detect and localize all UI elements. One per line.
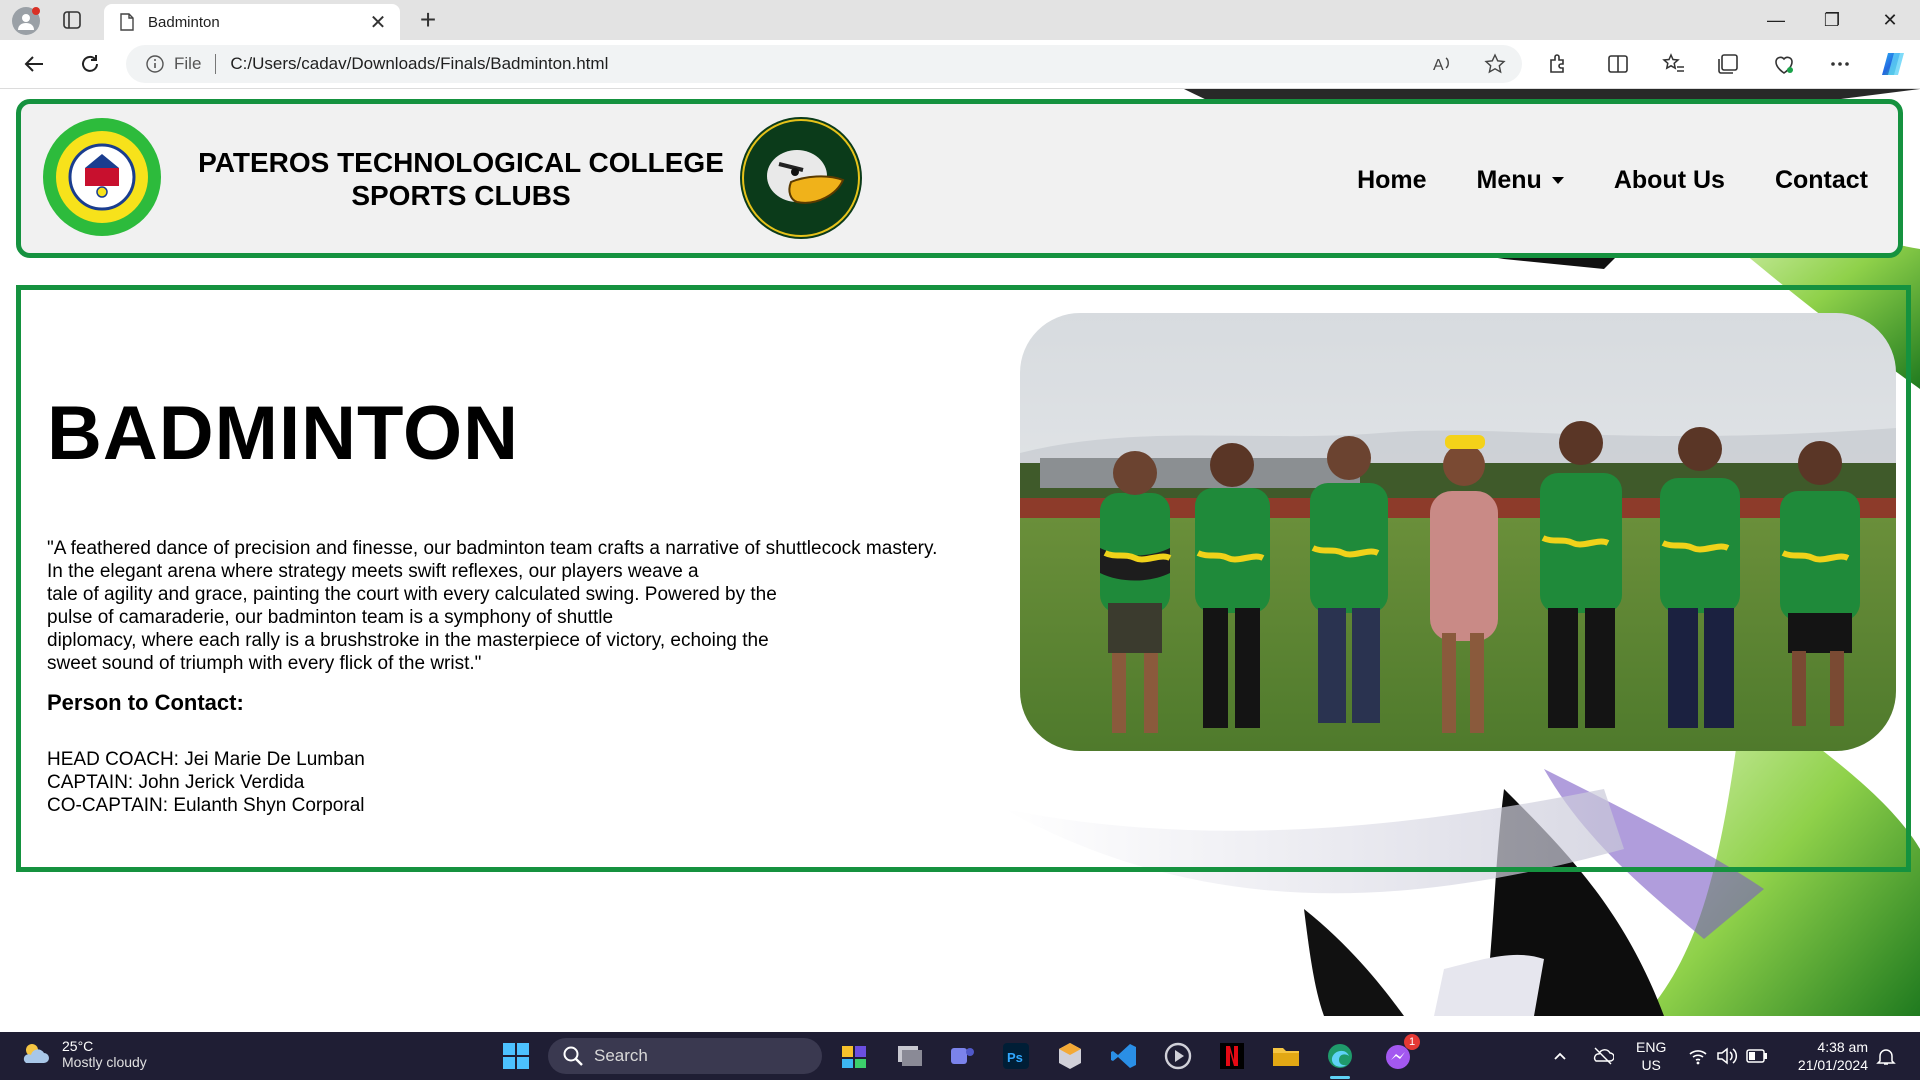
description-line: "A feathered dance of precision and fine… bbox=[47, 538, 938, 559]
read-aloud-icon[interactable]: A bbox=[1432, 53, 1454, 75]
browser-essentials-icon[interactable] bbox=[1772, 52, 1796, 76]
page-title: BADMINTON bbox=[47, 391, 520, 476]
netflix-icon[interactable] bbox=[1216, 1040, 1248, 1072]
main-nav: Home Menu About Us Contact bbox=[1357, 166, 1868, 195]
nav-home[interactable]: Home bbox=[1357, 166, 1426, 195]
close-tab-icon[interactable]: ✕ bbox=[366, 10, 390, 34]
contact-head-coach: HEAD COACH: Jei Marie De Lumban bbox=[47, 749, 365, 770]
active-app-indicator bbox=[1330, 1076, 1350, 1079]
tab-title: Badminton bbox=[148, 13, 220, 31]
divider bbox=[215, 54, 217, 74]
messenger-badge: 1 bbox=[1404, 1034, 1420, 1050]
description-line: diplomacy, where each rally is a brushst… bbox=[47, 630, 769, 651]
search-label: Search bbox=[594, 1046, 648, 1065]
description-line: In the elegant arena where strategy meet… bbox=[47, 561, 699, 582]
region-code: US bbox=[1641, 1057, 1661, 1073]
notification-bell-icon[interactable] bbox=[1876, 1048, 1896, 1066]
weather-widget[interactable]: 25°C Mostly cloudy bbox=[20, 1038, 147, 1070]
copilot-icon[interactable] bbox=[1880, 50, 1908, 78]
teams-chat-icon[interactable] bbox=[946, 1040, 978, 1072]
back-icon[interactable] bbox=[18, 48, 50, 80]
language-indicator[interactable]: ENG US bbox=[1636, 1038, 1666, 1074]
profile-icon[interactable] bbox=[12, 7, 40, 35]
task-view-icon[interactable] bbox=[892, 1040, 924, 1072]
chevron-up-icon[interactable] bbox=[1552, 1048, 1568, 1064]
maximize-button[interactable]: ❐ bbox=[1804, 0, 1860, 40]
windows-start-icon[interactable] bbox=[500, 1040, 532, 1072]
weather-temperature: 25°C bbox=[62, 1038, 94, 1054]
windows-taskbar: 25°C Mostly cloudy Search Ps 1 ENG US 4:… bbox=[0, 1032, 1920, 1080]
clock-date: 21/01/2024 bbox=[1797, 1057, 1868, 1073]
team-photo bbox=[1020, 313, 1896, 751]
more-icon[interactable] bbox=[1828, 52, 1852, 76]
svg-text:Ps: Ps bbox=[1007, 1050, 1023, 1065]
battery-icon[interactable] bbox=[1746, 1048, 1768, 1064]
volume-icon[interactable] bbox=[1716, 1046, 1738, 1066]
nav-menu-label: Menu bbox=[1476, 166, 1542, 194]
address-bar[interactable]: File C:/Users/cadav/Downloads/Finals/Bad… bbox=[126, 45, 1522, 83]
document-icon bbox=[120, 13, 134, 31]
split-screen-icon[interactable] bbox=[1606, 52, 1630, 76]
language-code: ENG bbox=[1636, 1039, 1667, 1055]
wifi-icon[interactable] bbox=[1688, 1046, 1708, 1066]
search-icon bbox=[563, 1046, 583, 1066]
file-label: File bbox=[174, 54, 202, 73]
nav-contact[interactable]: Contact bbox=[1775, 166, 1868, 195]
team-description: "A feathered dance of precision and fine… bbox=[47, 537, 1027, 675]
college-name-line1: PATEROS TECHNOLOGICAL COLLEGE bbox=[198, 147, 724, 178]
fighting-ducks-logo[interactable] bbox=[739, 116, 863, 240]
collections-icon[interactable] bbox=[1716, 52, 1740, 76]
minimize-button[interactable]: — bbox=[1748, 0, 1804, 40]
clock-time: 4:38 am bbox=[1817, 1039, 1868, 1055]
description-line: tale of agility and grace, painting the … bbox=[47, 584, 777, 605]
page-viewport: PATEROS TECHNOLOGICAL COLLEGE SPORTS CLU… bbox=[4, 89, 1920, 1016]
nav-about-us[interactable]: About Us bbox=[1614, 166, 1725, 195]
tab-actions-icon[interactable] bbox=[62, 10, 82, 30]
college-name-line2: SPORTS CLUBS bbox=[351, 180, 571, 211]
contact-co-captain: CO-CAPTAIN: Eulanth Shyn Corporal bbox=[47, 795, 365, 816]
tab-badminton[interactable]: Badminton ✕ bbox=[104, 4, 400, 40]
url-text[interactable]: C:/Users/cadav/Downloads/Finals/Badminto… bbox=[230, 54, 608, 74]
svg-text:A: A bbox=[1433, 57, 1444, 74]
contact-list: HEAD COACH: Jei Marie De Lumban CAPTAIN:… bbox=[47, 748, 365, 817]
copilot-app-icon[interactable] bbox=[838, 1040, 870, 1072]
caret-down-icon bbox=[1551, 177, 1564, 184]
extensions-icon[interactable] bbox=[1546, 52, 1570, 76]
tab-bar: Badminton ✕ + — ❐ ✕ bbox=[0, 0, 1920, 40]
college-seal-logo[interactable] bbox=[41, 116, 163, 238]
badminton-section: BADMINTON "A feathered dance of precisio… bbox=[16, 285, 1911, 872]
address-bar-row: File C:/Users/cadav/Downloads/Finals/Bad… bbox=[0, 40, 1920, 89]
file-explorer-icon[interactable] bbox=[1270, 1040, 1302, 1072]
weather-icon bbox=[23, 1044, 49, 1063]
onedrive-icon[interactable] bbox=[1592, 1046, 1614, 1066]
weather-condition: Mostly cloudy bbox=[62, 1054, 147, 1070]
site-header: PATEROS TECHNOLOGICAL COLLEGE SPORTS CLU… bbox=[16, 99, 1903, 258]
system-clock[interactable]: 4:38 am 21/01/2024 bbox=[1798, 1038, 1868, 1074]
notification-dot bbox=[32, 7, 40, 15]
close-window-button[interactable]: ✕ bbox=[1862, 0, 1918, 40]
favorites-icon[interactable] bbox=[1662, 52, 1686, 76]
description-line: pulse of camaraderie, our badminton team… bbox=[47, 607, 614, 628]
edge-browser-icon[interactable] bbox=[1324, 1040, 1356, 1072]
refresh-icon[interactable] bbox=[74, 48, 106, 80]
photoshop-icon[interactable]: Ps bbox=[1000, 1040, 1032, 1072]
description-line: sweet sound of triumph with every flick … bbox=[47, 653, 482, 674]
contact-heading: Person to Contact: bbox=[47, 690, 244, 715]
media-player-icon[interactable] bbox=[1162, 1040, 1194, 1072]
vscode-icon[interactable] bbox=[1108, 1040, 1140, 1072]
contact-captain: CAPTAIN: John Jerick Verdida bbox=[47, 772, 305, 793]
hexagon-app-icon[interactable] bbox=[1054, 1040, 1086, 1072]
nav-menu-dropdown[interactable]: Menu bbox=[1477, 166, 1564, 195]
new-tab-button[interactable]: + bbox=[414, 6, 442, 34]
college-name: PATEROS TECHNOLOGICAL COLLEGE SPORTS CLU… bbox=[181, 146, 741, 212]
taskbar-search[interactable]: Search bbox=[548, 1038, 822, 1074]
favorite-star-icon[interactable] bbox=[1484, 53, 1506, 75]
info-icon[interactable] bbox=[146, 55, 164, 73]
